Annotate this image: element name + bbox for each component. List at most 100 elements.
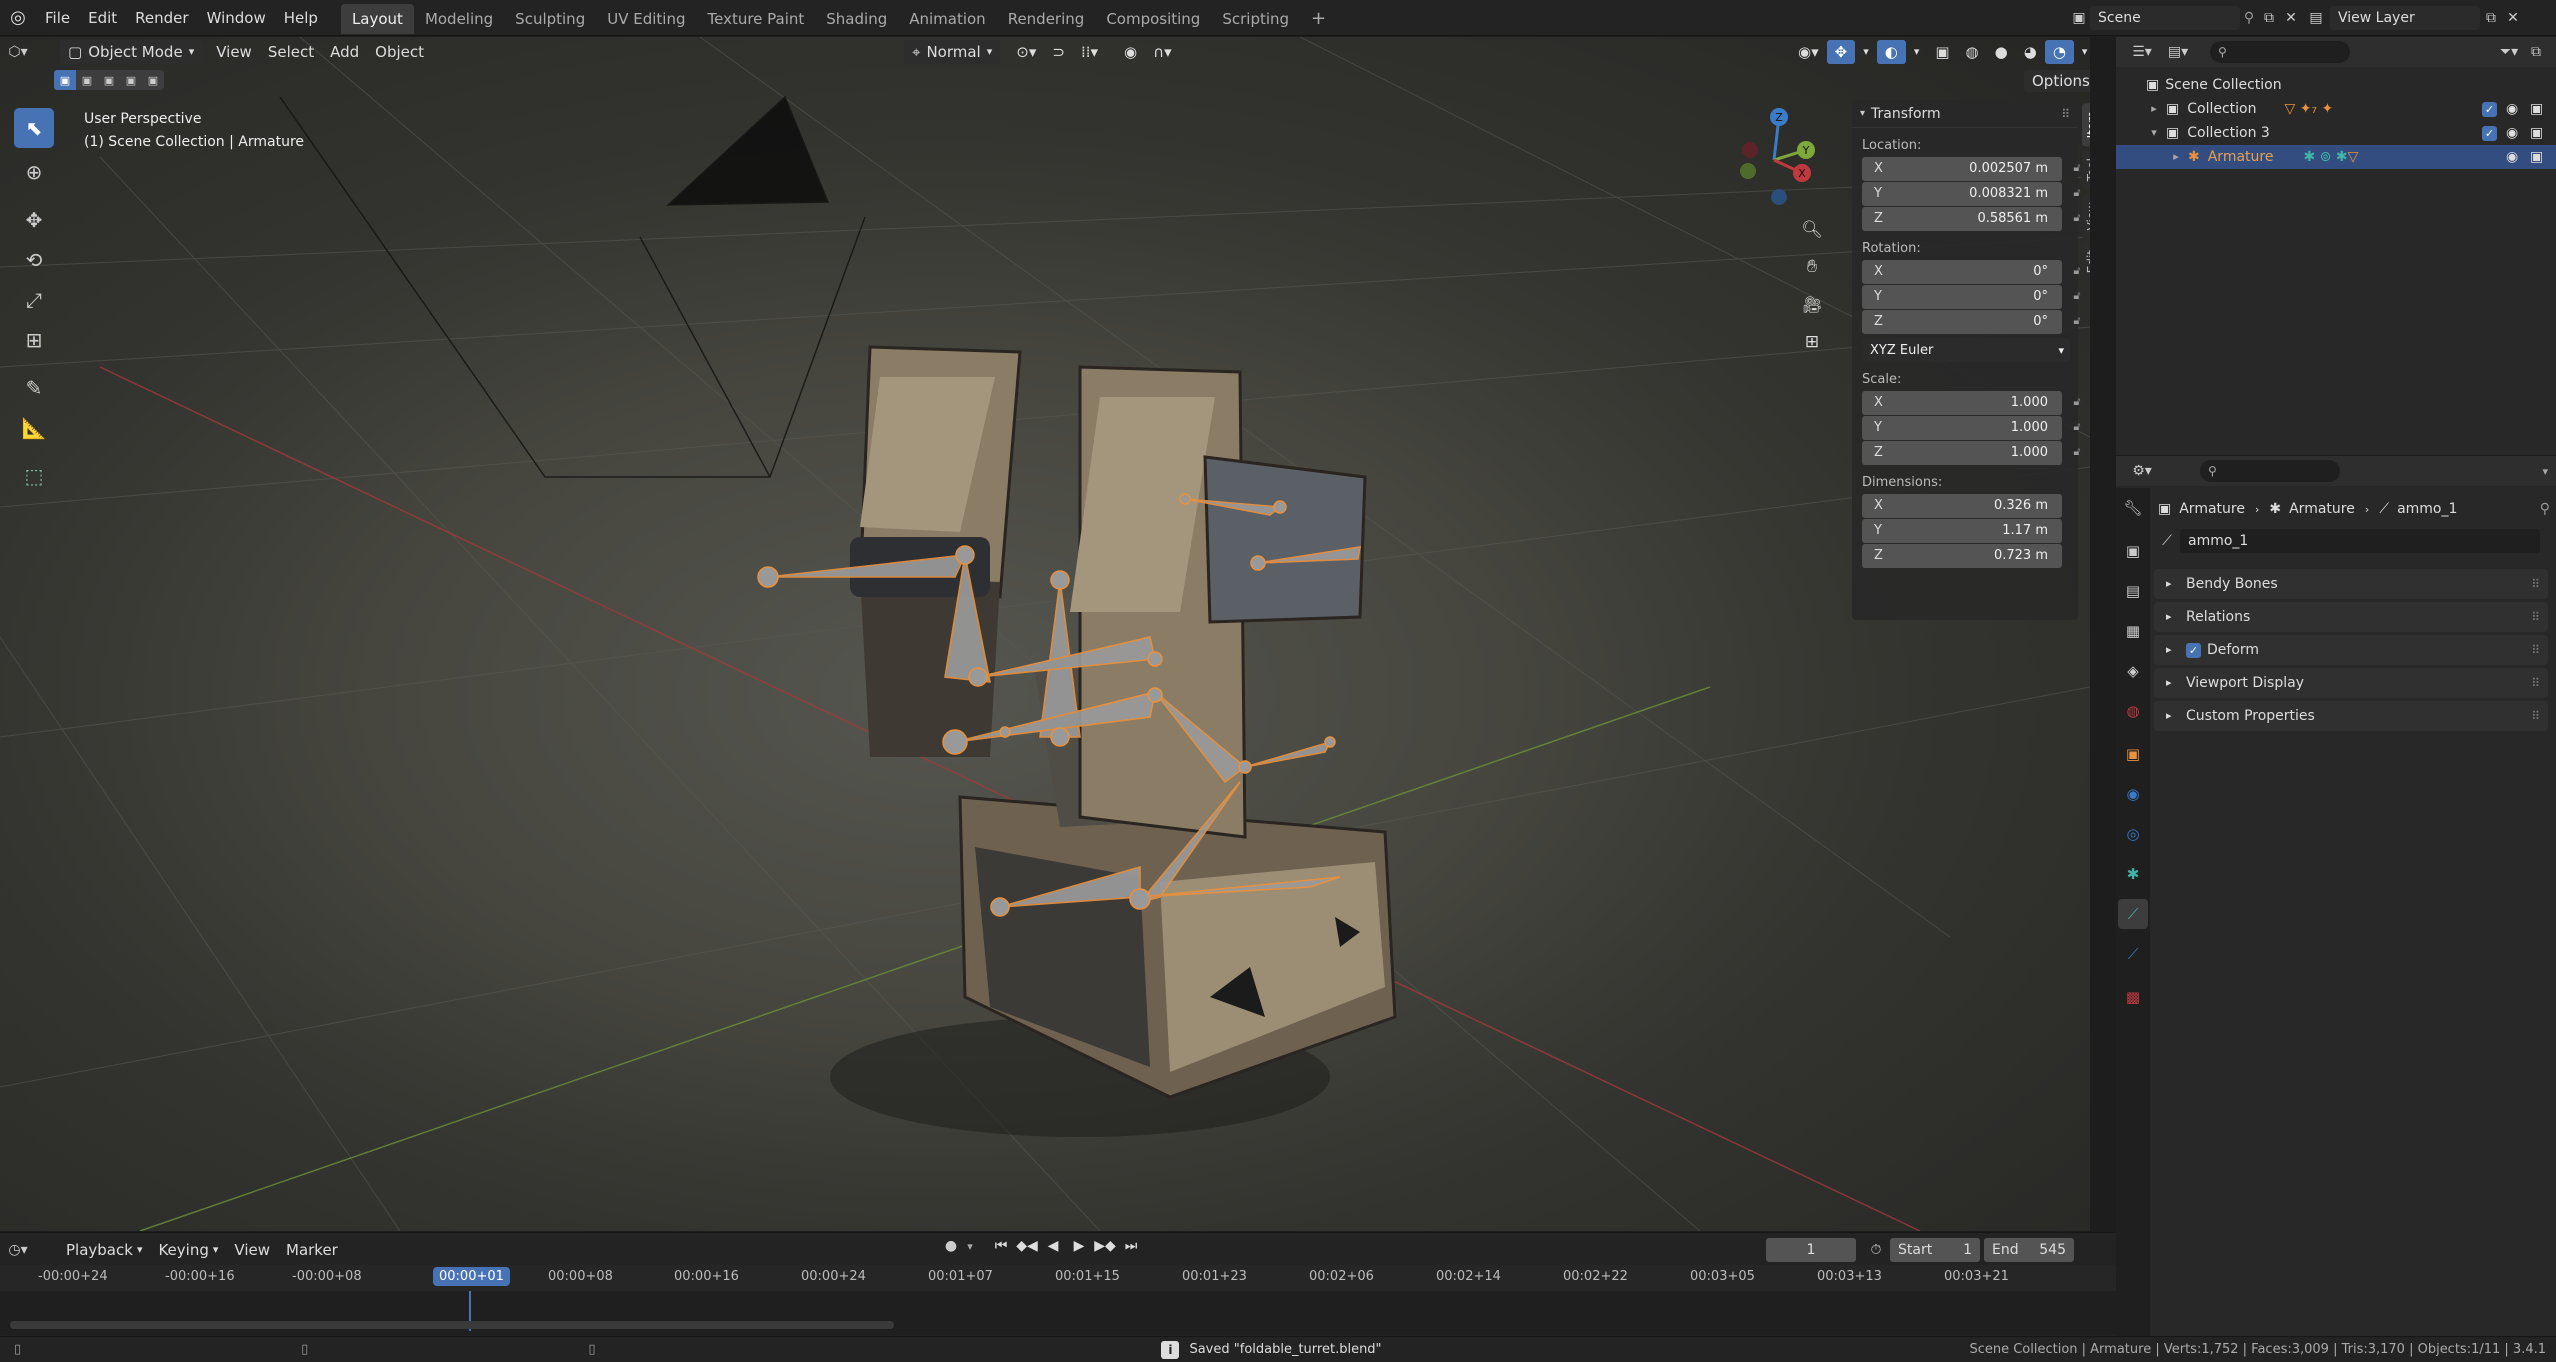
dimensions-y-field[interactable]: Y 1.17 m bbox=[1862, 519, 2062, 543]
dimensions-z-field[interactable]: Z 0.723 m bbox=[1862, 544, 2062, 568]
new-view-layer-icon[interactable]: ⧉ bbox=[2480, 10, 2502, 26]
chevron-right-icon[interactable]: ▸ bbox=[2146, 97, 2162, 121]
annotate-tool-icon[interactable]: ✎ bbox=[14, 368, 54, 408]
tab-sculpting[interactable]: Sculpting bbox=[504, 4, 596, 34]
overlay-toggle-icon[interactable]: ◐ bbox=[1876, 40, 1906, 64]
dimensions-x-field[interactable]: X 0.326 m bbox=[1862, 494, 2062, 518]
eye-icon[interactable]: ◉ bbox=[2506, 97, 2518, 121]
world-tab-icon[interactable]: ◍ bbox=[2118, 696, 2148, 726]
scale-x-field[interactable]: X 1.000 🔓︎ bbox=[1862, 391, 2081, 415]
panel-custom-properties[interactable]: ▸ Custom Properties ⠿ bbox=[2154, 701, 2548, 731]
scene-icon[interactable]: ▣ bbox=[2068, 10, 2090, 26]
drag-handle-icon[interactable]: ⠿ bbox=[2531, 602, 2540, 632]
exclude-checkbox[interactable]: ✓ bbox=[2482, 126, 2497, 141]
play-reverse-icon[interactable]: ◀ bbox=[1040, 1238, 1066, 1254]
menu-render[interactable]: Render bbox=[126, 0, 197, 36]
rendered-shading-icon[interactable]: ◔ bbox=[2044, 40, 2074, 64]
tab-edit[interactable]: Edit bbox=[2082, 242, 2090, 282]
camera-view-icon[interactable]: 🎥︎ bbox=[1798, 285, 1826, 323]
select-subtract-icon[interactable]: ▣ bbox=[98, 70, 120, 90]
tab-uv-editing[interactable]: UV Editing bbox=[596, 4, 696, 34]
chevron-down-icon[interactable]: ▾ bbox=[962, 1240, 978, 1253]
play-icon[interactable]: ▶ bbox=[1066, 1238, 1092, 1254]
outliner-editor-type-icon[interactable]: ☰▾ bbox=[2124, 44, 2160, 60]
menu-add[interactable]: Add bbox=[322, 40, 367, 64]
solid-shading-icon[interactable]: ● bbox=[1987, 40, 2016, 64]
shading-dropdown-icon[interactable]: ▾ bbox=[2074, 40, 2090, 64]
orientation-dropdown[interactable]: ⌖ Normal ▾ bbox=[904, 40, 1001, 64]
lock-icon[interactable]: 🔓︎ bbox=[2070, 395, 2084, 409]
location-x-field[interactable]: X 0.002507 m 🔓︎ bbox=[1862, 157, 2081, 181]
drag-handle-icon[interactable]: ⠿ bbox=[2531, 701, 2540, 731]
location-z-field[interactable]: Z 0.58561 m 🔓︎ bbox=[1862, 207, 2081, 231]
next-keyframe-icon[interactable]: ▶◆ bbox=[1092, 1238, 1118, 1254]
outliner-item-collection-3[interactable]: ▾ ▣ Collection 3 ✓ ◉ ▣ bbox=[2116, 121, 2556, 145]
lock-icon[interactable]: 🔓︎ bbox=[2070, 445, 2084, 459]
chevron-down-icon[interactable]: ▾ bbox=[1860, 108, 1865, 119]
menu-object[interactable]: Object bbox=[367, 40, 432, 64]
navigation-gizmo[interactable]: Z Y X bbox=[1724, 105, 1824, 205]
overlay-dropdown-icon[interactable]: ▾ bbox=[1906, 40, 1928, 64]
pin-icon[interactable]: ⚲ bbox=[2240, 10, 2258, 26]
mode-dropdown[interactable]: ▢ Object Mode ▾ bbox=[60, 40, 203, 64]
tab-rendering[interactable]: Rendering bbox=[997, 4, 1096, 34]
camera-icon[interactable]: ▣ bbox=[2530, 121, 2543, 145]
tab-item[interactable]: Item bbox=[2082, 103, 2090, 147]
add-cube-tool-icon[interactable]: ⬚ bbox=[14, 456, 54, 496]
lock-icon[interactable]: 🔓︎ bbox=[2070, 420, 2084, 434]
menu-file[interactable]: File bbox=[36, 0, 79, 36]
current-frame-field[interactable]: 1 bbox=[1766, 1238, 1856, 1262]
tab-animation[interactable]: Animation bbox=[898, 4, 996, 34]
select-extend-icon[interactable]: ▣ bbox=[76, 70, 98, 90]
blender-logo-icon[interactable]: ◎ bbox=[0, 0, 36, 36]
panel-deform[interactable]: ▸ ✓ Deform ⠿ bbox=[2154, 635, 2548, 665]
menu-help[interactable]: Help bbox=[275, 0, 327, 36]
rotation-x-field[interactable]: X 0° 🔓︎ bbox=[1862, 260, 2081, 284]
bone-constraint-tab-icon[interactable]: ⟋ bbox=[2118, 939, 2148, 969]
area-splitter[interactable] bbox=[2090, 37, 2116, 1231]
falloff-icon[interactable]: ∩▾ bbox=[1145, 40, 1180, 64]
jump-end-icon[interactable]: ⏭ bbox=[1118, 1238, 1144, 1254]
panel-relations[interactable]: ▸ Relations ⠿ bbox=[2154, 602, 2548, 632]
xray-icon[interactable]: ▣ bbox=[1927, 40, 1957, 64]
outliner-item-armature[interactable]: ▸ ✱ Armature ✱ ⊚ ✱ ▽ ◉ ▣ bbox=[2116, 145, 2556, 169]
timeline-view-menu[interactable]: View bbox=[226, 1238, 278, 1262]
lock-icon[interactable]: 🔓︎ bbox=[2070, 314, 2084, 328]
select-invert-icon[interactable]: ▣ bbox=[120, 70, 142, 90]
tab-scripting[interactable]: Scripting bbox=[1211, 4, 1300, 34]
options-dropdown[interactable]: Options ▾ bbox=[2024, 70, 2090, 92]
keying-menu[interactable]: Keying ▾ bbox=[150, 1238, 226, 1262]
add-workspace-button[interactable]: + bbox=[1300, 4, 1337, 34]
gizmo-toggle-icon[interactable]: ✥ bbox=[1826, 40, 1856, 64]
panel-bendy-bones[interactable]: ▸ Bendy Bones ⠿ bbox=[2154, 569, 2548, 599]
editor-type-icon[interactable]: ⬡▾ bbox=[0, 37, 36, 67]
location-y-field[interactable]: Y 0.008321 m 🔓︎ bbox=[1862, 182, 2081, 206]
delete-scene-icon[interactable]: ✕ bbox=[2280, 10, 2302, 26]
pin-icon[interactable]: ⚲ bbox=[2540, 501, 2550, 517]
select-intersect-icon[interactable]: ▣ bbox=[142, 70, 164, 90]
drag-handle-icon[interactable]: ⠿ bbox=[2531, 668, 2540, 698]
measure-tool-icon[interactable]: 📐 bbox=[14, 408, 54, 448]
view-layer-field[interactable]: View Layer bbox=[2330, 6, 2480, 30]
armature-data-tab-icon[interactable]: ✱ bbox=[2118, 859, 2148, 889]
bone-tab-icon[interactable]: ⟋ bbox=[2118, 899, 2148, 929]
wireframe-shading-icon[interactable]: ◍ bbox=[1958, 40, 1987, 64]
view-layer-tab-icon[interactable]: ▦ bbox=[2118, 616, 2148, 646]
zoom-icon[interactable]: 🔍︎ bbox=[1798, 213, 1826, 247]
menu-edit[interactable]: Edit bbox=[79, 0, 126, 36]
tab-compositing[interactable]: Compositing bbox=[1095, 4, 1211, 34]
proportional-edit-icon[interactable]: ◉ bbox=[1116, 40, 1145, 64]
drag-handle-icon[interactable]: ⠿ bbox=[2531, 569, 2540, 599]
scale-y-field[interactable]: Y 1.000 🔓︎ bbox=[1862, 416, 2081, 440]
material-shading-icon[interactable]: ◕ bbox=[2016, 40, 2045, 64]
camera-icon[interactable]: ▣ bbox=[2530, 145, 2543, 169]
stopwatch-icon[interactable]: ⏱ bbox=[1862, 1242, 1890, 1258]
new-scene-icon[interactable]: ⧉ bbox=[2258, 10, 2280, 26]
perspective-toggle-icon[interactable]: ⊞ bbox=[1798, 323, 1826, 361]
lock-icon[interactable]: 🔓︎ bbox=[2070, 289, 2084, 303]
select-new-icon[interactable]: ▣ bbox=[54, 70, 76, 90]
camera-icon[interactable]: ▣ bbox=[2530, 97, 2543, 121]
timeline-track[interactable]: -00:00+24 -00:00+16 -00:00+08 00:00+01 0… bbox=[0, 1265, 2116, 1335]
tab-tool[interactable]: Tool bbox=[2082, 150, 2090, 190]
scene-tab-icon[interactable]: ◈ bbox=[2118, 656, 2148, 686]
